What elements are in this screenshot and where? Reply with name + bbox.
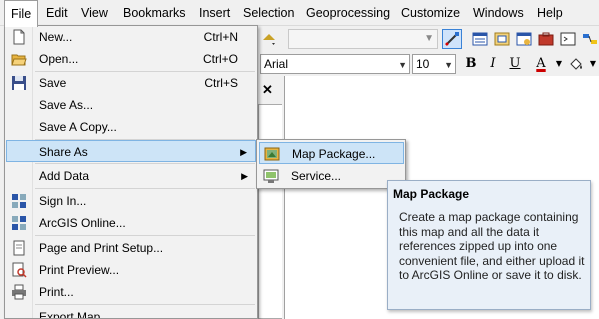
pan-dropdown-icon[interactable] <box>258 29 278 49</box>
menu-selection[interactable]: Selection <box>237 0 300 26</box>
menu-item-new[interactable]: New... Ctrl+N <box>6 26 256 48</box>
submenu-item-service[interactable]: Service... <box>259 165 404 187</box>
submenu-arrow-icon: ▶ <box>241 171 248 181</box>
font-name-combo[interactable]: Arial ▼ <box>260 54 410 74</box>
scale-combo[interactable]: ▼ <box>288 29 438 49</box>
new-document-icon <box>11 29 27 45</box>
menu-item-label: Add Data <box>39 169 90 183</box>
tooltip-title: Map Package <box>393 187 470 201</box>
menu-item-label: Page and Print Setup... <box>39 241 164 255</box>
menu-item-save-as[interactable]: Save As... <box>6 94 256 116</box>
menu-view[interactable]: View <box>75 0 114 26</box>
submenu-arrow-icon: ▶ <box>240 147 247 157</box>
menu-item-label: Save <box>39 76 67 90</box>
model-builder-icon[interactable] <box>580 29 599 49</box>
chevron-down-icon[interactable]: ▼ <box>584 54 599 74</box>
menu-item-arcgis-online[interactable]: ArcGIS Online... <box>6 212 256 234</box>
file-menu: New... Ctrl+N Open... Ctrl+O Save Ctrl+S… <box>4 25 258 319</box>
menu-edit[interactable]: Edit <box>40 0 74 26</box>
python-window-icon[interactable] <box>558 29 578 49</box>
menu-item-shortcut: Ctrl+O <box>202 52 238 66</box>
catalog-icon[interactable] <box>492 29 512 49</box>
chevron-down-icon: ▼ <box>424 33 434 44</box>
close-icon[interactable]: ✕ <box>262 82 273 98</box>
draw-toolbar: Arial ▼ 10 ▼ B I U A ▼ ▼ <box>258 52 599 76</box>
sign-in-icon <box>11 193 27 209</box>
map-package-icon <box>264 146 280 162</box>
menu-separator <box>35 188 255 189</box>
menu-item-label: ArcGIS Online... <box>39 216 126 230</box>
fill-color-icon[interactable] <box>566 54 586 74</box>
menu-separator <box>35 304 255 305</box>
menu-item-shortcut: Ctrl+S <box>204 76 238 90</box>
menu-geoprocessing[interactable]: Geoprocessing <box>300 0 396 26</box>
menu-item-label: Sign In... <box>39 194 87 208</box>
menu-item-add-data[interactable]: Add Data ▶ <box>6 165 256 187</box>
menu-bookmarks[interactable]: Bookmarks <box>117 0 192 26</box>
chevron-down-icon: ▼ <box>398 60 407 70</box>
open-folder-icon <box>11 51 27 67</box>
standard-toolbar: ▼ <box>258 26 599 52</box>
toc-panel-edge <box>258 104 282 319</box>
menu-help[interactable]: Help <box>531 0 569 26</box>
print-preview-icon <box>11 262 27 278</box>
menu-item-label: Open... <box>39 52 79 66</box>
search-window-icon[interactable] <box>514 29 534 49</box>
menu-file[interactable]: File <box>4 0 39 27</box>
menu-item-label: Save A Copy... <box>39 120 117 134</box>
arcgis-online-icon <box>11 215 27 231</box>
share-as-submenu: Map Package... Service... <box>256 139 406 189</box>
editor-toolbar-icon[interactable] <box>442 29 462 49</box>
arctoolbox-icon[interactable] <box>536 29 556 49</box>
menu-insert[interactable]: Insert <box>193 0 236 26</box>
font-size-value: 10 <box>416 57 430 71</box>
save-disk-icon <box>11 75 27 91</box>
page-setup-icon <box>11 240 27 256</box>
underline-button[interactable]: U <box>506 54 524 74</box>
chevron-down-icon: ▼ <box>444 60 453 70</box>
menu-customize[interactable]: Customize <box>395 0 466 26</box>
menu-separator <box>35 235 255 236</box>
italic-button[interactable]: I <box>484 54 502 74</box>
table-of-contents-icon[interactable] <box>470 29 490 49</box>
bold-button[interactable]: B <box>462 54 480 74</box>
map-package-tooltip: Map Package Create a map package contain… <box>387 180 591 310</box>
font-name-value: Arial <box>264 57 289 71</box>
submenu-item-label: Service... <box>291 169 342 183</box>
printer-icon <box>11 284 27 300</box>
menu-item-label: Save As... <box>39 98 94 112</box>
menu-item-label: Share As <box>39 145 88 159</box>
menu-bar: File Edit View Bookmarks Insert Selectio… <box>0 0 599 27</box>
menu-item-save[interactable]: Save Ctrl+S <box>6 72 256 94</box>
font-size-combo[interactable]: 10 ▼ <box>412 54 456 74</box>
tooltip-body: Create a map package containing this map… <box>399 210 585 282</box>
menu-item-print-preview[interactable]: Print Preview... <box>6 259 256 281</box>
menu-separator <box>35 163 255 164</box>
menu-item-open[interactable]: Open... Ctrl+O <box>6 48 256 70</box>
menu-item-label: Print Preview... <box>39 263 120 277</box>
menu-item-label: Print... <box>39 285 74 299</box>
menu-item-print[interactable]: Print... <box>6 281 256 303</box>
menu-item-save-a-copy[interactable]: Save A Copy... <box>6 116 256 138</box>
submenu-item-label: Map Package... <box>292 147 376 161</box>
menu-item-export-map[interactable]: Export Map... <box>6 306 256 319</box>
menu-windows[interactable]: Windows <box>467 0 530 26</box>
menu-item-label: New... <box>39 30 73 44</box>
menu-item-page-print-setup[interactable]: Page and Print Setup... <box>6 237 256 259</box>
submenu-item-map-package[interactable]: Map Package... <box>259 142 404 164</box>
menu-item-share-as[interactable]: Share As ▶ <box>6 140 256 162</box>
service-icon <box>263 168 279 184</box>
menu-item-shortcut: Ctrl+N <box>203 30 238 44</box>
menu-item-label: Export Map... <box>39 310 111 319</box>
menu-item-sign-in[interactable]: Sign In... <box>6 190 256 212</box>
font-color-button[interactable]: A <box>532 54 550 74</box>
